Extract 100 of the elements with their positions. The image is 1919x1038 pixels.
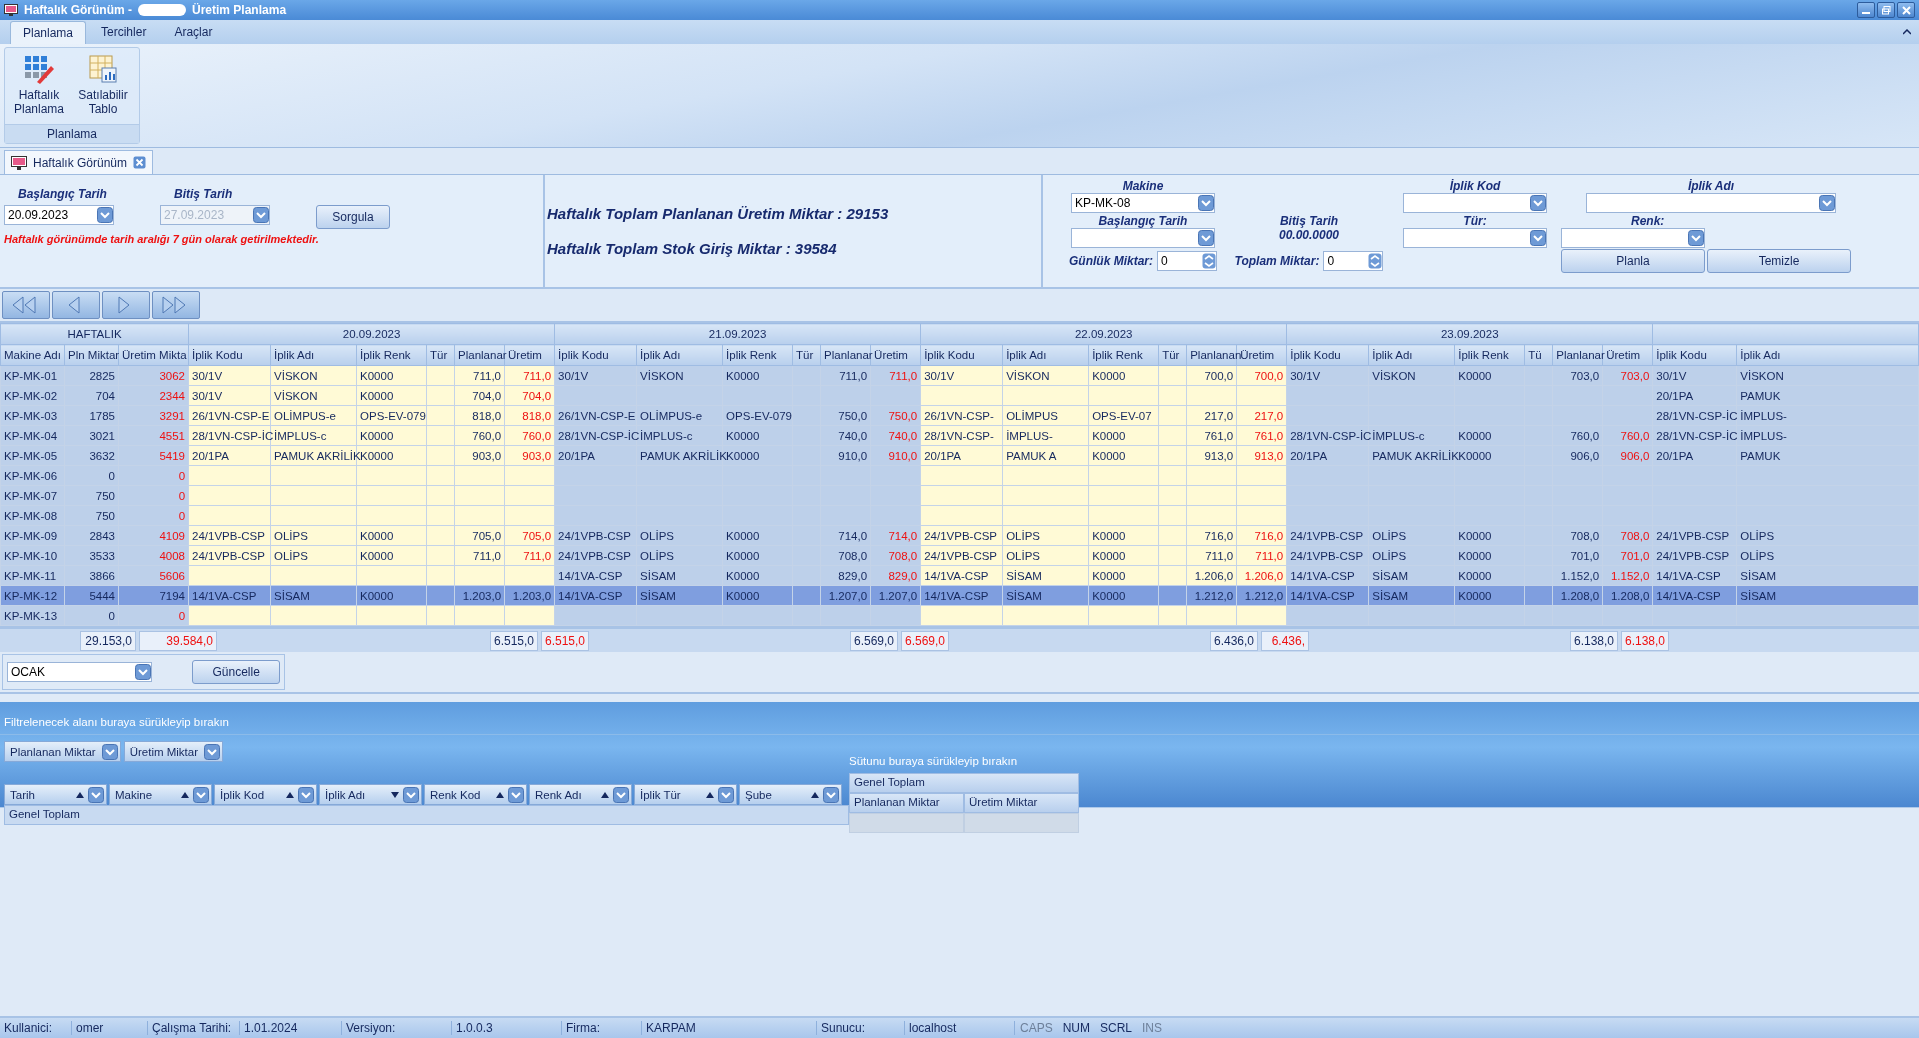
document-tab[interactable]: Haftalık Görünüm: [4, 150, 154, 174]
field-button[interactable]: Tarih: [4, 784, 107, 805]
date-combo[interactable]: 20.09.2023: [4, 205, 114, 225]
table-cell: KP-MK-06: [0, 465, 65, 486]
status-value: omer: [72, 1021, 148, 1035]
date-combo[interactable]: [1071, 228, 1215, 248]
table-cell: 1.212,0: [1236, 585, 1287, 606]
machine-combo[interactable]: KP-MK-08: [1071, 193, 1215, 213]
field-button[interactable]: Şube: [739, 784, 842, 805]
type-combo[interactable]: [1403, 228, 1547, 248]
column-group-header: 20.09.2023: [188, 323, 555, 345]
action-button[interactable]: Temizle: [1707, 249, 1851, 273]
total-cell: 29.153,0: [80, 630, 136, 651]
column-header: Makine Adı: [0, 344, 65, 366]
table-row[interactable]: KP-MK-07 750 0: [0, 485, 1919, 506]
yarn-name-combo[interactable]: [1586, 193, 1836, 213]
field-label: Tarih: [10, 788, 35, 801]
status-label: Versiyon:: [342, 1021, 452, 1035]
field-button[interactable]: Planlanan Miktar: [4, 741, 121, 762]
total-cell: 6.515,0: [490, 630, 538, 651]
table-cell: 1.208,0: [1602, 585, 1653, 606]
field-button[interactable]: İplik Tür: [634, 784, 737, 805]
table-row[interactable]: KP-MK-02 704 2344 30/1V VİSKON K0000 704,0 704,0 20/1PA PAMUK: [0, 385, 1919, 406]
table-row[interactable]: KP-MK-11 3866 5606 14/1VA-CSP SİSAM K0000 829,0 829,0 14/1VA-CSP SİSAM K0000 1.206,0 1.206,0 14/1VA-CSP SİSAM K0000 1.152,0 1.152,0 14/1VA-CSP SİSAM: [0, 565, 1919, 586]
grand-total-row: Genel Toplam: [4, 805, 849, 825]
table-cell: KP-MK-04: [0, 425, 65, 446]
nav-button[interactable]: [152, 291, 200, 319]
table-row[interactable]: KP-MK-12 5444 7194 14/1VA-CSP SİSAM K0000 1.203,0 1.203,0 14/1VA-CSP SİSAM K0000 1.207,0 1.207,0 14/1VA-CSP SİSAM K0000 1.212,0 1.212,0 14/1VA-CSP SİSAM K0000 1.208,0 1.208,0 14/1VA-CSP SİSAM: [0, 585, 1919, 606]
table-row[interactable]: KP-MK-06 0 0: [0, 465, 1919, 486]
field-label: Makine: [115, 788, 153, 801]
table-chart-icon: [88, 54, 118, 84]
summary-text: Haftalık Toplam Stok Giriş Miktar : 39584: [547, 240, 838, 257]
quantity-spinner[interactable]: 0: [1323, 251, 1384, 271]
table-cell: KP-MK-02: [0, 385, 65, 406]
redaction-mark: [138, 4, 186, 16]
table-cell: K0000: [1088, 585, 1159, 606]
table-cell: 1.203,0: [454, 585, 505, 606]
status-value: KARPAM: [642, 1021, 817, 1035]
field-label: Renk:: [1630, 214, 1665, 228]
table-cell: SİSAM: [270, 585, 357, 606]
table-cell: KP-MK-05: [0, 445, 65, 466]
close-icon[interactable]: [133, 156, 147, 169]
column-drop-hint: Sütunu buraya sürükleyip bırakın: [849, 754, 1019, 769]
ribbon-button[interactable]: Satılabilir Tablo: [73, 52, 133, 124]
minimize-button[interactable]: [1857, 2, 1875, 18]
column-header: Planlanan Miktar: [849, 793, 964, 813]
nav-button[interactable]: [102, 291, 150, 319]
nav-button[interactable]: [52, 291, 100, 319]
ribbon-tab[interactable]: Araçlar: [161, 20, 226, 44]
ribbon-tab[interactable]: Planlama: [10, 21, 87, 44]
table-row[interactable]: KP-MK-05 3632 5419 20/1PA PAMUK AKRİLİKK0000 903,0 903,0 20/1PA PAMUK AKRİLİKK0000 910,0 910,0 20/1PA PAMUK A K0000 913,0 913,0 20/1PA PAMUK AKRİLİKK0000 906,0 906,0 20/1PA PAMUK: [0, 445, 1919, 466]
tab-label: Haftalık Görünüm: [33, 155, 128, 170]
table-cell: SİSAM: [1368, 585, 1455, 606]
table-cell: 1.207,0: [820, 585, 871, 606]
table-row[interactable]: KP-MK-09 2843 4109 24/1VPB-CSP OLİPS K0000 705,0 705,0 24/1VPB-CSP OLİPS K0000 714,0 714,0 24/1VPB-CSP OLİPS K0000 716,0 716,0 24/1VPB-CSP OLİPS K0000 708,0 708,0 24/1VPB-CSP OLİPS: [0, 525, 1919, 546]
table-row[interactable]: KP-MK-03 1785 3291 26/1VN-CSP-E OLİMPUS-e OPS-EV-079 818,0 818,0 26/1VN-CSP-E OLİMPUS-e OPS-EV-079 750,0 750,0 26/1VN-CSP- OLİMPUS OPS-EV-07 217,0 217,0 28/1VN-CSP-İC İMPLUS-: [0, 405, 1919, 426]
field-button[interactable]: Üretim Miktar: [123, 741, 224, 762]
column-group-header: HAFTALIK: [0, 323, 189, 345]
field-label: İplik Kod: [1449, 179, 1501, 193]
total-cell: 6.569,0: [850, 630, 898, 651]
table-cell: KP-MK-09: [0, 525, 65, 546]
status-label: Kullanici:: [0, 1021, 72, 1035]
field-button[interactable]: İplik Adı: [319, 784, 422, 805]
field-button[interactable]: Renk Kod: [424, 784, 527, 805]
monitor-icon: [11, 155, 27, 170]
field-label: Günlük Miktar:: [1069, 254, 1153, 268]
action-button[interactable]: Planla: [1561, 249, 1705, 273]
end-date-value: 00.00.0000: [1278, 228, 1340, 242]
table-cell: K0000: [722, 585, 793, 606]
total-cell: 6.436,: [1261, 630, 1309, 651]
restore-button[interactable]: [1877, 2, 1895, 18]
month-combo[interactable]: OCAK: [7, 662, 153, 682]
table-row[interactable]: KP-MK-01 2825 3062 30/1V VİSKON K0000 711,0 711,0 30/1V VİSKON K0000 711,0 711,0 30/1V VİSKON K0000 700,0 700,0 30/1V VİSKON K0000 703,0 703,0 30/1V VİSKON: [0, 365, 1919, 386]
group-label: Planlama: [5, 124, 139, 143]
status-label: Çalışma Tarihi:: [148, 1021, 240, 1035]
table-cell: 5444: [64, 585, 119, 606]
update-button[interactable]: Güncelle: [192, 660, 280, 684]
nav-button[interactable]: [2, 291, 50, 319]
field-button[interactable]: Renk Adı: [529, 784, 632, 805]
table-cell: KP-MK-07: [0, 485, 65, 506]
color-combo[interactable]: [1561, 228, 1705, 248]
table-row[interactable]: KP-MK-13 0 0: [0, 605, 1919, 626]
status-value: 1.0.0.3: [452, 1021, 562, 1035]
close-button[interactable]: [1897, 2, 1915, 18]
table-row[interactable]: KP-MK-08 750 0: [0, 505, 1919, 526]
ribbon-tab[interactable]: Tercihler: [88, 20, 160, 44]
yarn-code-combo[interactable]: [1403, 193, 1547, 213]
status-value: 1.01.2024: [240, 1021, 342, 1035]
field-button[interactable]: Makine: [109, 784, 212, 805]
table-cell: 14/1VA-CSP: [920, 585, 1003, 606]
total-cell: 6.569,0: [901, 630, 949, 651]
table-row[interactable]: KP-MK-10 3533 4008 24/1VPB-CSP OLİPS K0000 711,0 711,0 24/1VPB-CSP OLİPS K0000 708,0 708,0 24/1VPB-CSP OLİPS K0000 711,0 711,0 24/1VPB-CSP OLİPS K0000 701,0 701,0 24/1VPB-CSP OLİPS: [0, 545, 1919, 566]
key-indicator: INS: [1141, 1021, 1164, 1035]
status-label: Firma:: [562, 1021, 642, 1035]
total-cell: 6.138,0: [1570, 630, 1618, 651]
ribbon-button[interactable]: Haftalık Planlama: [9, 52, 69, 124]
quantity-spinner[interactable]: 0: [1157, 251, 1217, 271]
field-button[interactable]: İplik Kod: [214, 784, 317, 805]
monitor-icon: [4, 4, 18, 16]
query-button[interactable]: Sorgula: [316, 205, 390, 229]
